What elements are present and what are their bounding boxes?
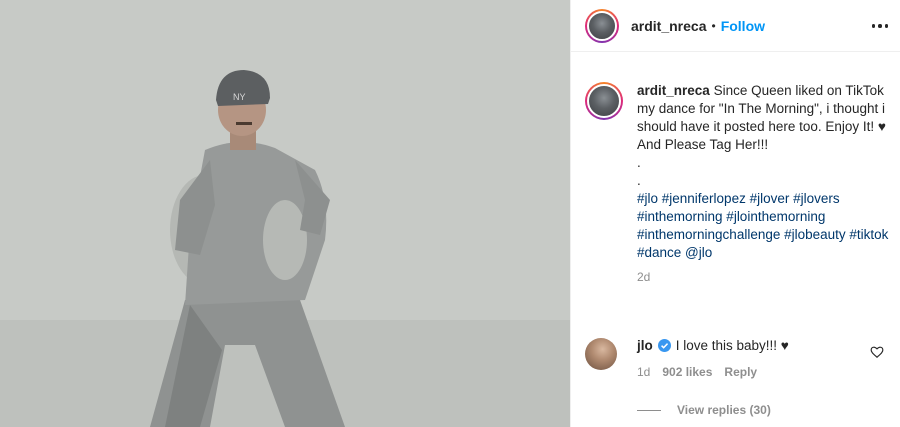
separator-dot: • bbox=[711, 18, 716, 33]
caption-avatar[interactable] bbox=[585, 82, 623, 120]
commenter-avatar[interactable] bbox=[585, 338, 617, 370]
comment-item: jlo I love this baby!!! ♥ 1d 902 likes R… bbox=[585, 338, 895, 379]
view-replies-label: View replies (30) bbox=[677, 403, 771, 417]
more-options-icon[interactable] bbox=[870, 16, 890, 36]
comment-time[interactable]: 1d bbox=[637, 365, 650, 379]
instagram-post: NY ardit_nreca • Follow ardit_nreca Sinc… bbox=[0, 0, 900, 427]
caption-username[interactable]: ardit_nreca bbox=[637, 83, 710, 98]
comment-text: I love this baby!!! ♥ bbox=[675, 338, 789, 353]
replies-divider-line bbox=[637, 409, 661, 411]
dancer-illustration: NY bbox=[0, 0, 570, 427]
post-sidebar: ardit_nreca • Follow ardit_nreca Since Q… bbox=[570, 0, 900, 427]
commenter-username[interactable]: jlo bbox=[637, 338, 653, 353]
caption-text: ardit_nreca Since Queen liked on TikTok … bbox=[637, 82, 895, 286]
svg-text:NY: NY bbox=[233, 92, 246, 102]
caption-hashtags[interactable]: #jlo #jenniferlopez #jlover #jlovers #in… bbox=[637, 190, 895, 262]
comment-body: jlo I love this baby!!! ♥ 1d 902 likes R… bbox=[637, 338, 789, 379]
author-username[interactable]: ardit_nreca bbox=[631, 18, 706, 34]
comment-likes[interactable]: 902 likes bbox=[662, 365, 712, 379]
caption-line-2: And Please Tag Her!!! bbox=[637, 137, 769, 152]
reply-button[interactable]: Reply bbox=[724, 365, 757, 379]
caption-line-3: . bbox=[637, 155, 641, 170]
follow-button[interactable]: Follow bbox=[721, 18, 765, 34]
verified-badge-icon bbox=[657, 339, 671, 352]
post-media[interactable]: NY bbox=[0, 0, 570, 427]
post-header: ardit_nreca • Follow bbox=[571, 0, 900, 52]
like-comment-heart-icon[interactable] bbox=[870, 345, 884, 359]
post-caption: ardit_nreca Since Queen liked on TikTok … bbox=[585, 82, 895, 286]
post-time[interactable]: 2d bbox=[637, 268, 895, 286]
view-replies-button[interactable]: View replies (30) bbox=[637, 403, 771, 417]
caption-line-4: . bbox=[637, 173, 641, 188]
author-avatar[interactable] bbox=[585, 8, 619, 43]
